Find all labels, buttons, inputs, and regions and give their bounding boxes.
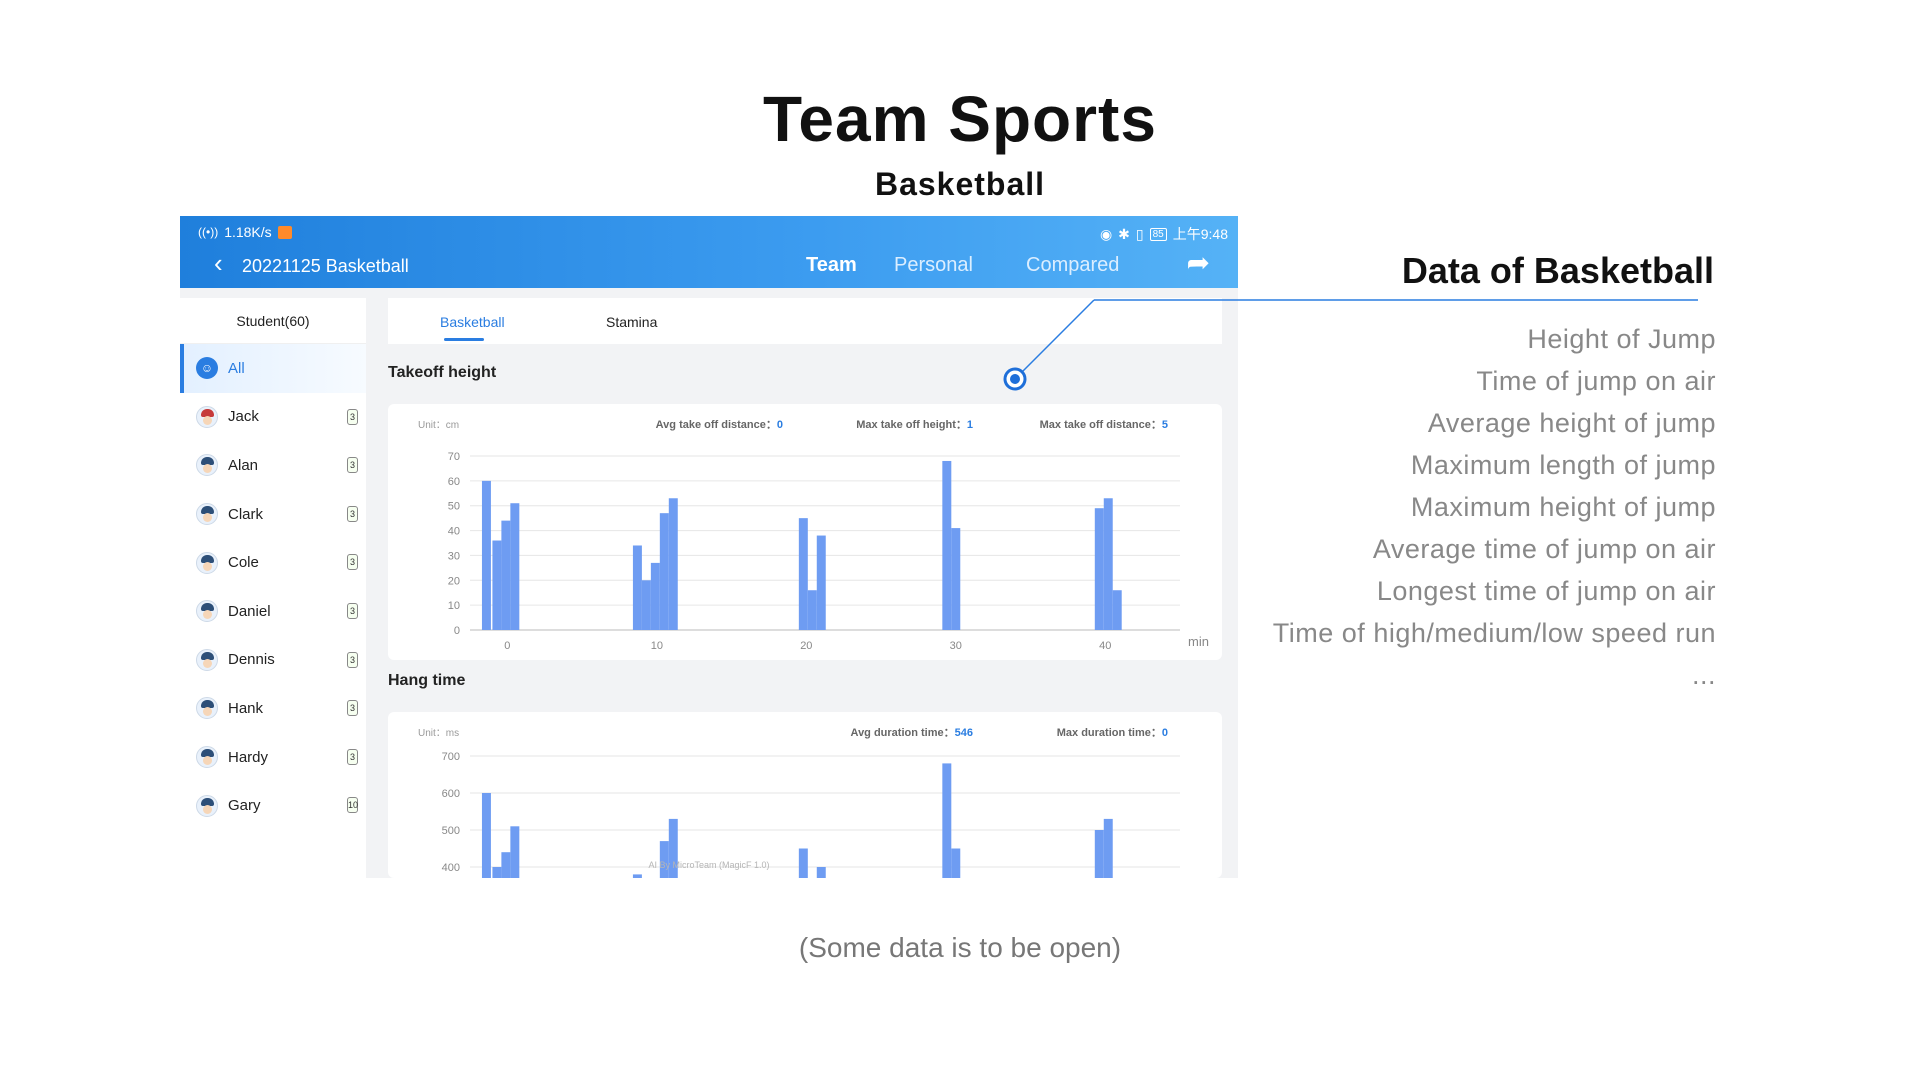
feature-item: ... bbox=[1691, 660, 1716, 690]
feature-item: Average time of jump on air bbox=[1372, 534, 1716, 564]
feature-item: Height of Jump bbox=[1527, 324, 1716, 354]
feature-item: Time of jump on air bbox=[1476, 366, 1716, 396]
feature-item: Average height of jump bbox=[1427, 408, 1716, 438]
feature-item: Maximum height of jump bbox=[1410, 492, 1716, 522]
data-panel-title: Data of Basketball bbox=[1401, 250, 1714, 291]
feature-item: Longest time of jump on air bbox=[1376, 576, 1716, 606]
bottom-note: (Some data is to be open) bbox=[798, 932, 1122, 963]
feature-list: Height of Jump Time of jump on air Average… bbox=[1273, 318, 1716, 696]
callout-line-diagonal bbox=[1017, 299, 1095, 377]
feature-item: Time of high/medium/low speed run bbox=[1272, 618, 1716, 648]
feature-item: Maximum length of jump bbox=[1410, 450, 1716, 480]
callout-target-dot bbox=[1010, 374, 1020, 384]
